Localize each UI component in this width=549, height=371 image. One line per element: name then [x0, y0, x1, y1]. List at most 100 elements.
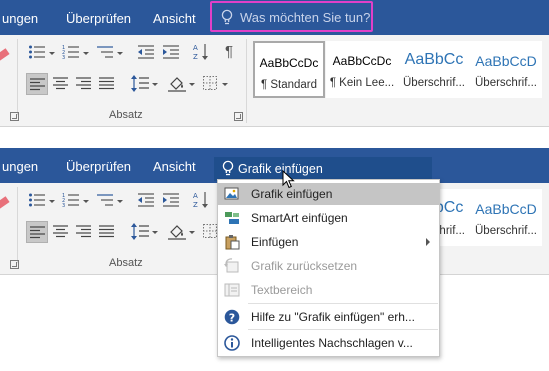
line-spacing-icon[interactable]: [131, 75, 149, 92]
svg-text:?: ?: [229, 311, 235, 324]
tell-me-results-menu: Grafik einfügen SmartArt einfügen Einfüg…: [217, 179, 440, 357]
bullets-icon[interactable]: [28, 44, 46, 60]
svg-text:A: A: [193, 192, 198, 200]
multilevel-list-icon[interactable]: [96, 44, 114, 60]
menu-separator: [248, 329, 438, 330]
clear-formatting-icon[interactable]: [0, 195, 14, 209]
align-right-icon[interactable]: [76, 77, 91, 90]
show-formatting-marks-icon[interactable]: ¶: [225, 43, 233, 60]
bullets-dropdown-icon[interactable]: [49, 52, 55, 55]
group-divider: [246, 39, 247, 123]
tell-me-search-box[interactable]: Grafik einfügen: [214, 157, 432, 181]
style-name: ¶ Kein Lee...: [329, 77, 395, 89]
numbering-icon[interactable]: 1 2 3: [62, 44, 80, 60]
shading-dropdown-icon[interactable]: [189, 83, 195, 86]
font-dialog-launcher-icon[interactable]: [10, 112, 19, 121]
group-divider: [17, 187, 18, 263]
tab-sendungen[interactable]: ungen: [2, 159, 38, 174]
numbering-dropdown-icon[interactable]: [83, 200, 89, 203]
multilevel-dropdown-icon[interactable]: [117, 52, 123, 55]
clear-formatting-icon[interactable]: [0, 47, 14, 61]
tell-me-search-box[interactable]: Was möchten Sie tun?: [210, 1, 373, 32]
multilevel-list-icon[interactable]: [96, 192, 114, 208]
sort-icon[interactable]: A Z: [193, 43, 209, 61]
align-left-button[interactable]: [26, 221, 48, 243]
reset-picture-icon: [224, 258, 239, 273]
numbering-icon[interactable]: 1 2 3: [62, 192, 80, 208]
picture-icon: [224, 187, 239, 200]
group-label-absatz: Absatz: [109, 109, 143, 121]
menu-item-label: Grafik zurücksetzen: [251, 259, 358, 273]
bullets-icon[interactable]: [28, 192, 46, 208]
style-standard[interactable]: AaBbCcDc ¶ Standard: [253, 41, 325, 98]
style-kein-leerraum[interactable]: AaBbCcDc ¶ Kein Lee...: [326, 41, 398, 98]
menu-item-smartart-einfuegen[interactable]: SmartArt einfügen: [218, 207, 439, 229]
shading-dropdown-icon[interactable]: [189, 231, 195, 234]
menu-item-label: Intelligentes Nachschlagen v...: [251, 336, 413, 350]
menu-item-label: Textbereich: [251, 283, 313, 297]
style-ueberschrift-2[interactable]: AaBbCcD Überschrif...: [470, 189, 542, 246]
tab-ueberpruefen[interactable]: Überprüfen: [66, 159, 131, 174]
ribbon-tab-bar: ungen Überprüfen Ansicht Was möchten Sie…: [0, 0, 549, 35]
style-name: Überschrif...: [403, 77, 465, 89]
line-spacing-dropdown-icon[interactable]: [152, 231, 158, 234]
group-label-absatz: Absatz: [109, 257, 143, 269]
menu-item-einfuegen[interactable]: Einfügen: [218, 231, 439, 253]
style-ueberschrift-1[interactable]: AaBbCc Überschrif...: [398, 41, 470, 98]
style-sample: AaBbCc: [404, 51, 464, 68]
borders-dropdown-icon[interactable]: [222, 83, 228, 86]
absatz-dialog-launcher-icon[interactable]: [234, 112, 243, 121]
align-right-icon[interactable]: [76, 225, 91, 238]
borders-icon[interactable]: [203, 224, 217, 238]
sort-icon[interactable]: A Z: [193, 191, 209, 209]
font-dialog-launcher-icon[interactable]: [10, 260, 19, 269]
info-icon: [224, 335, 240, 351]
increase-indent-icon[interactable]: [162, 192, 180, 208]
tab-ansicht[interactable]: Ansicht: [153, 159, 196, 174]
menu-item-intelligentes-nachschlagen[interactable]: Intelligentes Nachschlagen v...: [218, 332, 439, 354]
menu-item-label: Hilfe zu "Grafik einfügen" erh...: [251, 310, 415, 324]
align-left-icon: [30, 78, 45, 91]
decrease-indent-icon[interactable]: [137, 44, 155, 60]
style-name: Überschrif...: [475, 225, 537, 237]
borders-icon[interactable]: [203, 76, 217, 90]
svg-text:A: A: [193, 44, 198, 52]
decrease-indent-icon[interactable]: [137, 192, 155, 208]
align-center-icon[interactable]: [53, 77, 68, 90]
justify-icon[interactable]: [99, 77, 114, 90]
line-spacing-icon[interactable]: [131, 223, 149, 240]
tell-me-placeholder: Was möchten Sie tun?: [240, 10, 371, 25]
panel-separator: [0, 130, 549, 148]
mouse-pointer-icon: [282, 170, 295, 189]
shading-icon[interactable]: [168, 75, 186, 92]
menu-item-textbereich: Textbereich: [218, 279, 439, 301]
shading-icon[interactable]: [168, 223, 186, 240]
tab-ansicht[interactable]: Ansicht: [153, 11, 196, 26]
menu-item-label: Grafik einfügen: [251, 187, 333, 201]
style-sample: AaBbCcD: [475, 53, 537, 69]
paste-icon: [225, 235, 240, 250]
align-left-button[interactable]: [26, 73, 48, 95]
svg-text:Z: Z: [193, 53, 198, 61]
justify-icon[interactable]: [99, 225, 114, 238]
style-ueberschrift-2[interactable]: AaBbCcD Überschrif...: [470, 41, 542, 98]
numbering-dropdown-icon[interactable]: [83, 52, 89, 55]
multilevel-dropdown-icon[interactable]: [117, 200, 123, 203]
menu-item-label: Einfügen: [251, 235, 299, 249]
menu-item-grafik-einfuegen[interactable]: Grafik einfügen: [218, 183, 439, 205]
menu-item-hilfe[interactable]: ? Hilfe zu "Grafik einfügen" erh...: [218, 306, 439, 328]
tab-ueberpruefen[interactable]: Überprüfen: [66, 11, 131, 26]
ribbon-panel-before: ungen Überprüfen Ansicht Was möchten Sie…: [0, 0, 549, 130]
tab-sendungen[interactable]: ungen: [2, 11, 38, 26]
style-sample: AaBbCcDc: [332, 54, 392, 68]
bullets-dropdown-icon[interactable]: [49, 200, 55, 203]
align-center-icon[interactable]: [53, 225, 68, 238]
tell-me-input-value: Grafik einfügen: [238, 162, 323, 176]
increase-indent-icon[interactable]: [162, 44, 180, 60]
help-icon: ?: [224, 309, 240, 325]
lightbulb-icon: [221, 9, 233, 25]
style-sample: AaBbCcD: [475, 201, 537, 217]
line-spacing-dropdown-icon[interactable]: [152, 83, 158, 86]
menu-item-grafik-zuruecksetzen: Grafik zurücksetzen: [218, 255, 439, 277]
svg-text:Z: Z: [193, 201, 198, 209]
